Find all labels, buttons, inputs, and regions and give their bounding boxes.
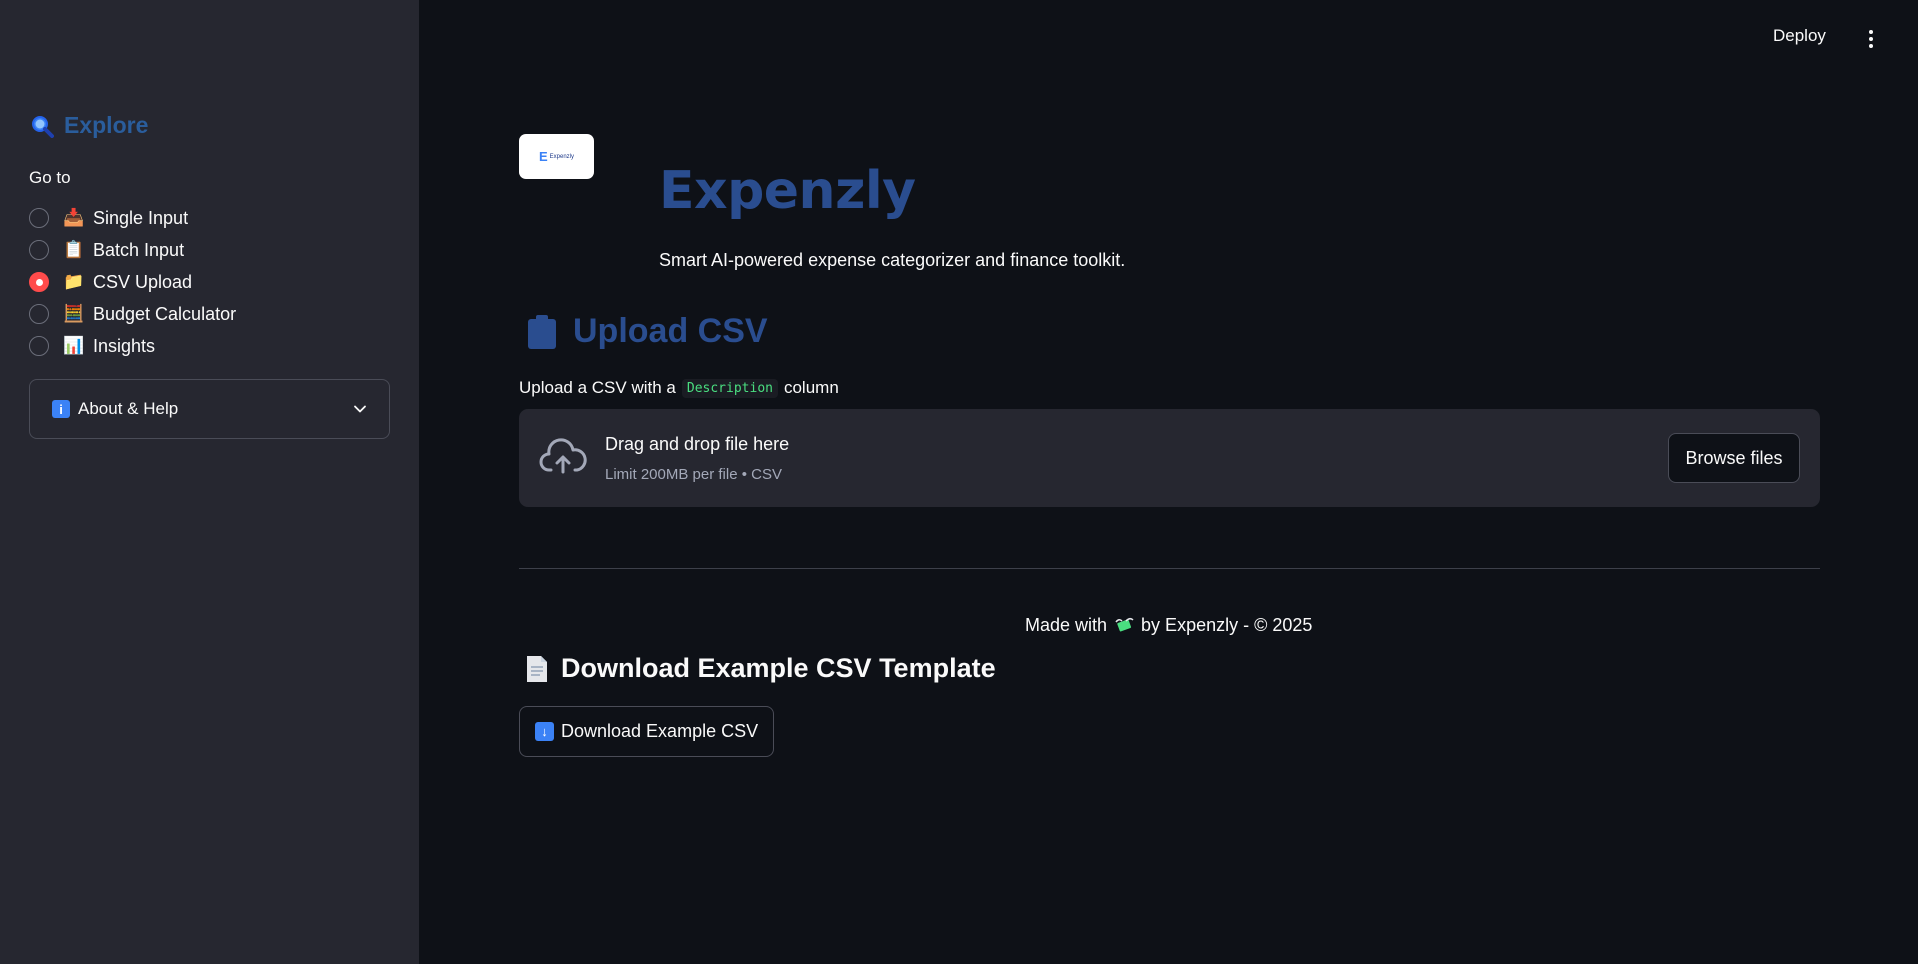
radio-circle[interactable] <box>29 208 49 228</box>
abacus-icon: 🧮 <box>63 304 85 323</box>
dropzone-limit: Limit 200MB per file • CSV <box>605 466 782 483</box>
about-help-expander[interactable]: i About & Help <box>29 379 390 439</box>
page-title: Expenzly <box>659 161 916 221</box>
expander-label: About & Help <box>78 399 179 418</box>
info-icon: i <box>52 400 70 418</box>
logo-text: Expenzly <box>549 153 575 160</box>
download-button-label: Download Example CSV <box>561 721 759 741</box>
nav-item-insights[interactable]: 📊 Insights <box>29 330 236 362</box>
money-with-wings-icon <box>1115 617 1134 632</box>
divider <box>519 568 1820 569</box>
footer-prefix: Made with <box>1025 614 1108 635</box>
nav-radio-group: 📥 Single Input 📋 Batch Input 📁 CSV Uploa… <box>29 202 236 362</box>
upload-section-title: Upload CSV <box>525 312 768 351</box>
radio-circle[interactable] <box>29 240 49 260</box>
chevron-down-icon[interactable] <box>353 402 367 416</box>
kebab-dot <box>1869 30 1873 34</box>
magnifier-icon <box>32 115 54 138</box>
nav-item-csv-upload[interactable]: 📁 CSV Upload <box>29 266 236 298</box>
expander-header: i About & Help <box>52 399 178 419</box>
sidebar-title: Explore <box>30 112 148 139</box>
footer-credit: Made with by Expenzly - © 2025 <box>1025 614 1312 636</box>
clipboard-icon <box>528 314 556 349</box>
section-title-text: Upload CSV <box>573 312 768 350</box>
download-example-csv-button[interactable]: ↓ Download Example CSV <box>519 706 775 757</box>
file-dropzone[interactable]: Drag and drop file here Limit 200MB per … <box>519 409 1820 507</box>
logo-inner: E Expenzly <box>539 149 574 164</box>
kebab-dot <box>1869 44 1873 48</box>
download-title-text: Download Example CSV Template <box>561 653 996 683</box>
clipboard-icon: 📋 <box>63 240 85 259</box>
nav-item-label: CSV Upload <box>93 271 193 292</box>
logo-mark-icon: E <box>538 149 548 164</box>
radio-circle[interactable] <box>29 336 49 356</box>
radio-circle[interactable] <box>29 304 49 324</box>
code-chip: Description <box>681 378 778 398</box>
upload-note-prefix: Upload a CSV with a <box>519 378 676 397</box>
dropzone-title: Drag and drop file here <box>605 434 790 454</box>
goto-label: Go to <box>29 168 71 187</box>
inbox-tray-icon: 📥 <box>63 208 85 227</box>
bar-chart-icon: 📊 <box>63 336 85 355</box>
nav-item-label: Budget Calculator <box>93 303 237 324</box>
radio-circle-selected[interactable] <box>29 272 49 292</box>
cloud-upload-icon <box>539 438 587 474</box>
footer-suffix: by Expenzly - © 2025 <box>1141 614 1313 635</box>
nav-item-batch-input[interactable]: 📋 Batch Input <box>29 234 236 266</box>
deploy-button[interactable]: Deploy <box>1773 26 1826 46</box>
down-arrow-icon: ↓ <box>535 722 554 741</box>
folder-icon: 📁 <box>63 272 85 291</box>
download-section-title: Download Example CSV Template <box>525 653 996 684</box>
app-root: Explore Go to 📥 Single Input 📋 Batch Inp… <box>0 0 1918 964</box>
nav-item-label: Single Input <box>93 207 189 228</box>
browse-files-button[interactable]: Browse files <box>1668 433 1800 483</box>
upload-note-suffix: column <box>783 378 839 397</box>
kebab-dot <box>1869 37 1873 41</box>
nav-item-budget-calculator[interactable]: 🧮 Budget Calculator <box>29 298 236 330</box>
document-icon <box>527 655 547 682</box>
sidebar-title-text: Explore <box>64 112 149 138</box>
nav-item-single-input[interactable]: 📥 Single Input <box>29 202 236 234</box>
upload-instruction: Upload a CSV with a Description column <box>519 378 839 398</box>
nav-item-label: Insights <box>93 335 156 356</box>
nav-item-label: Batch Input <box>93 239 185 260</box>
app-logo: E Expenzly <box>519 134 594 179</box>
kebab-menu-icon[interactable] <box>1863 28 1879 50</box>
page-subtitle: Smart AI-powered expense categorizer and… <box>659 250 1126 270</box>
sidebar: Explore Go to 📥 Single Input 📋 Batch Inp… <box>0 0 419 964</box>
